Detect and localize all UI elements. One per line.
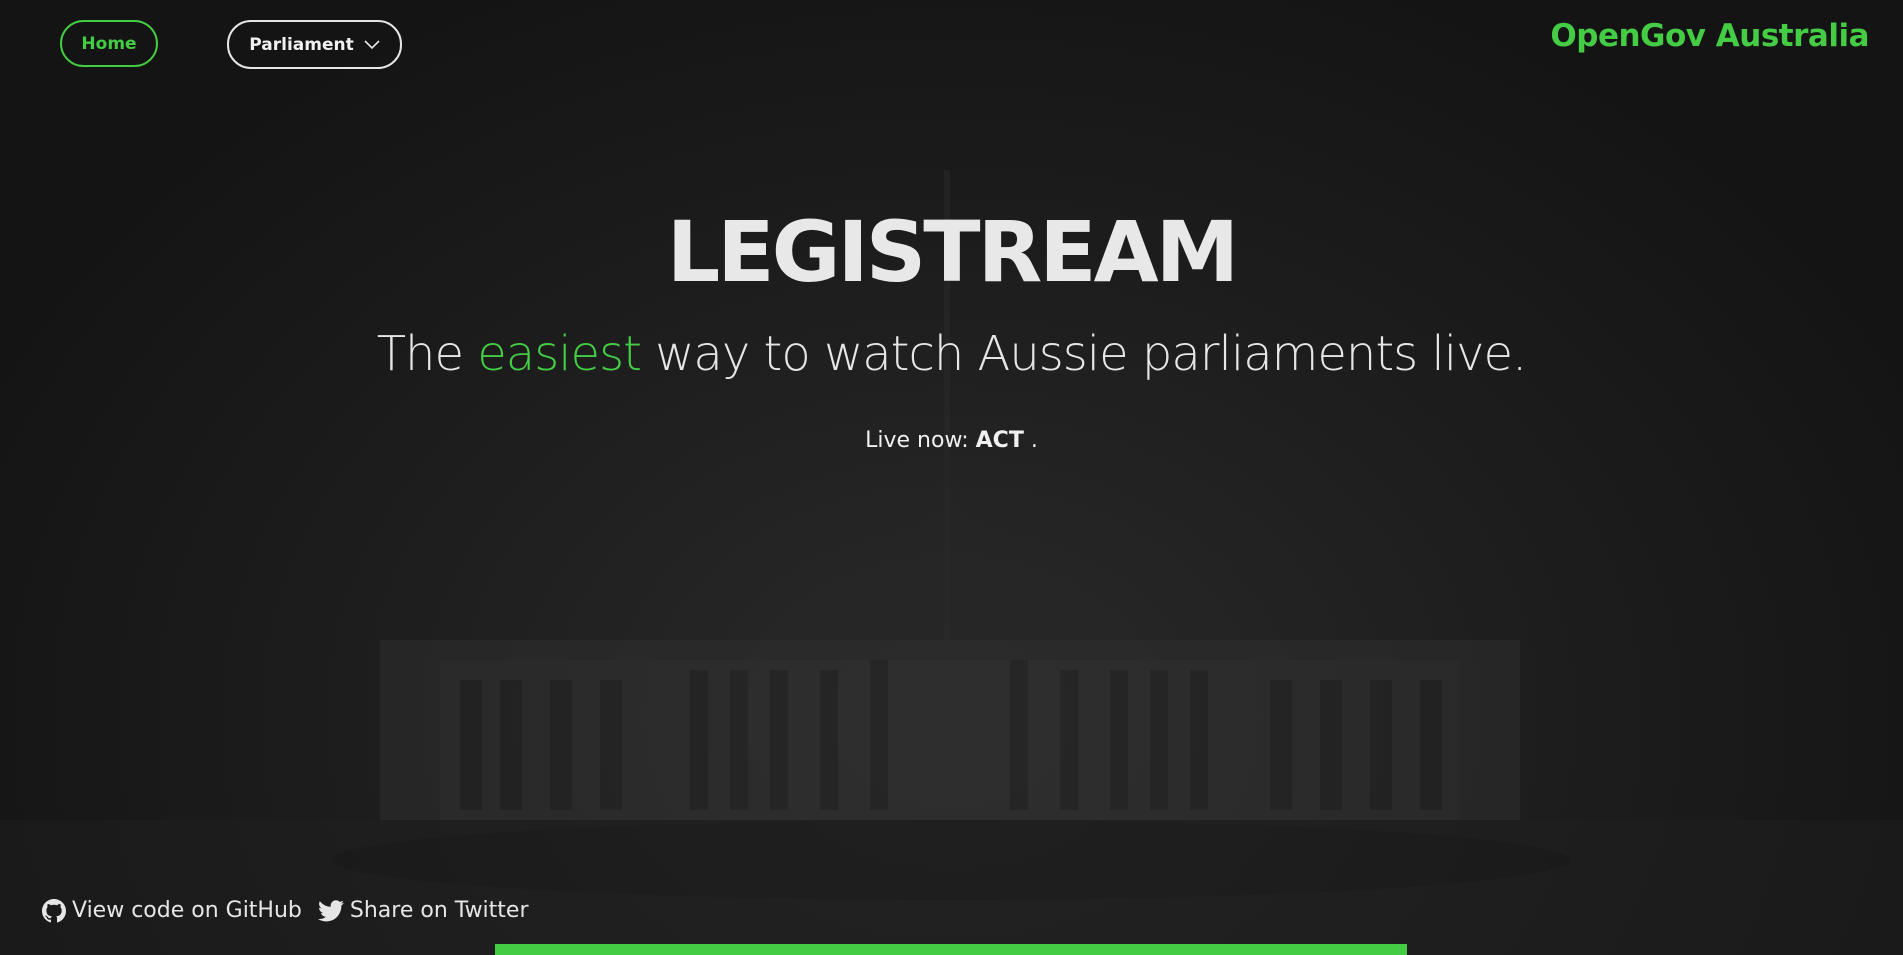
live-now-status: Live now: ACT .: [0, 426, 1903, 456]
github-icon: [42, 898, 66, 922]
subtitle-accent: easiest: [477, 326, 642, 382]
parliament-dropdown[interactable]: Parliament: [227, 20, 402, 69]
live-now-prefix: Live now:: [865, 428, 976, 453]
twitter-link-label: Share on Twitter: [349, 898, 529, 923]
twitter-share-link[interactable]: Share on Twitter: [317, 898, 529, 923]
parliament-dropdown-label: Parliament: [249, 34, 354, 55]
brand-logo-link[interactable]: OpenGov Australia: [1550, 18, 1869, 54]
footer-links: View code on GitHub Share on Twitter: [42, 898, 529, 923]
chevron-down-icon: [364, 39, 380, 49]
subtitle-prefix: The: [376, 326, 478, 382]
twitter-icon: [317, 899, 344, 921]
home-button[interactable]: Home: [60, 20, 158, 67]
github-link-label: View code on GitHub: [72, 898, 302, 923]
subtitle-suffix: way to watch Aussie parliaments live.: [640, 326, 1527, 382]
loading-progress-fill: [495, 944, 1407, 955]
loading-progress-bar: [495, 944, 1407, 955]
page: Home Parliament OpenGov Australia LEGIST…: [0, 0, 1903, 955]
hero-subtitle: The easiest way to watch Aussie parliame…: [0, 322, 1903, 386]
parliament-house-background: [0, 170, 1903, 955]
live-parliament-link[interactable]: ACT: [976, 428, 1024, 453]
github-link[interactable]: View code on GitHub: [42, 898, 302, 923]
live-now-suffix: .: [1023, 428, 1038, 453]
page-title: LEGISTREAM: [666, 203, 1240, 301]
home-button-label: Home: [81, 33, 137, 54]
